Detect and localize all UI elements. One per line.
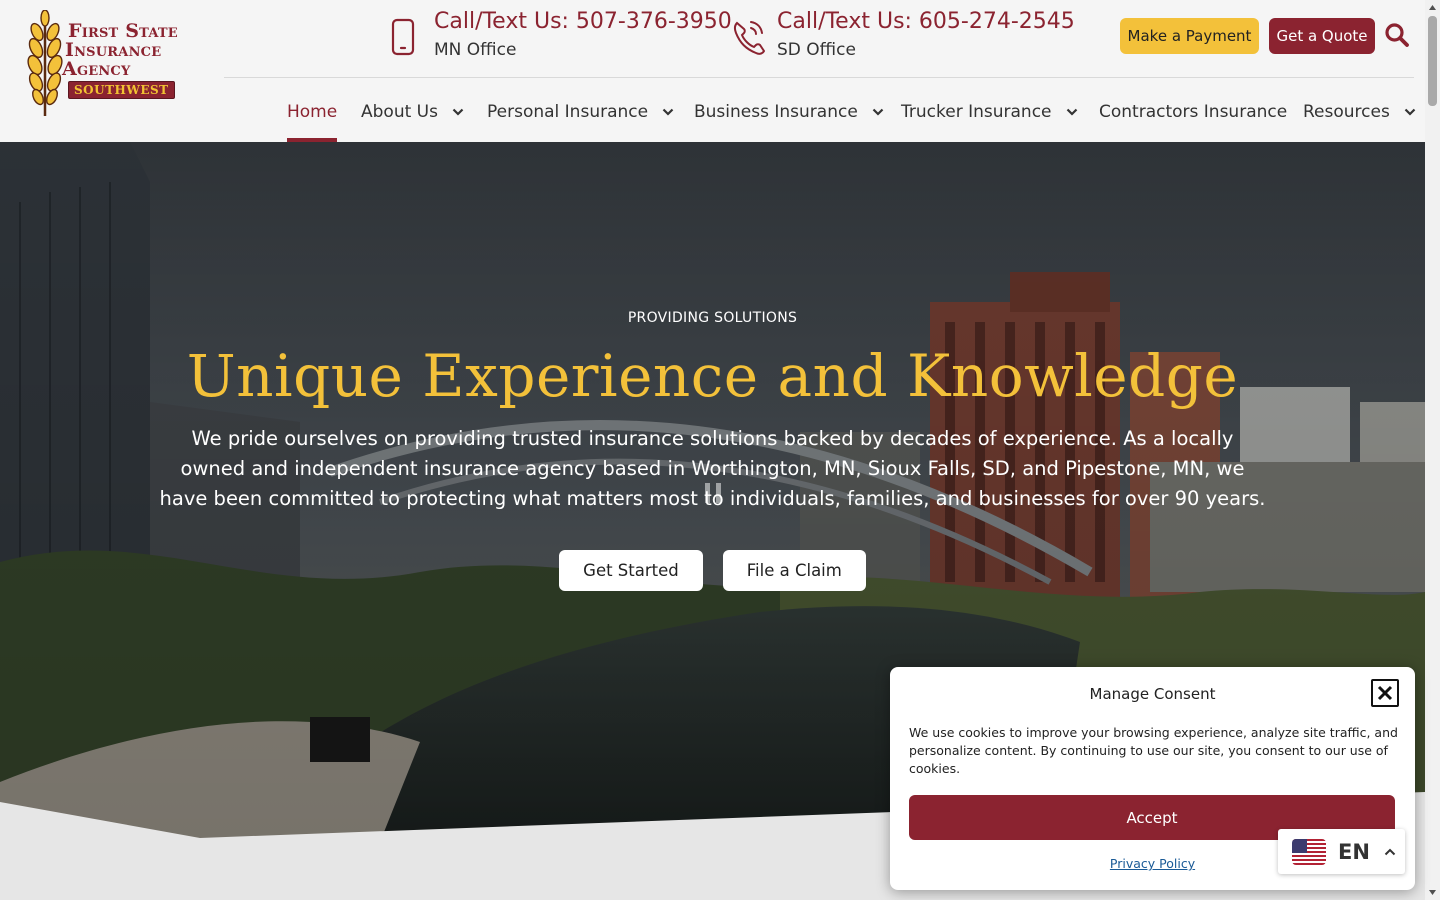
logo-wordmark: First State Insurance Agency SOUTHWEST [62, 22, 178, 99]
make-payment-button[interactable]: Make a Payment [1120, 18, 1259, 54]
nav-label: Home [287, 102, 338, 122]
main-nav: Home About Us Personal Insurance Busines… [287, 82, 1416, 142]
nav-item-trucker-insurance[interactable]: Trucker Insurance [901, 82, 1078, 142]
chevron-down-icon [662, 108, 674, 116]
us-flag-icon [1292, 838, 1326, 865]
contact-mn[interactable]: Call/Text Us: 507-376-3950 MN Office [388, 6, 732, 60]
nav-label: Resources [1303, 102, 1390, 122]
chevron-up-icon [1384, 848, 1396, 855]
chevron-down-icon [1066, 108, 1077, 116]
get-quote-button[interactable]: Get a Quote [1269, 18, 1375, 54]
hero-eyebrow: PROVIDING SOLUTIONS [627, 310, 798, 326]
hero-content: PROVIDING SOLUTIONS Unique Experience an… [0, 310, 1425, 591]
contact-mn-label: MN Office [434, 40, 517, 60]
nav-item-contractors-insurance[interactable]: Contractors Insurance [1099, 82, 1287, 142]
nav-item-about-us[interactable]: About Us [361, 82, 464, 142]
language-switcher[interactable]: EN [1278, 829, 1405, 874]
nav-label: Business Insurance [694, 102, 858, 122]
chevron-down-icon [872, 108, 884, 116]
scrollbar-thumb[interactable] [1428, 16, 1437, 106]
nav-label: Trucker Insurance [901, 102, 1052, 122]
contact-sd[interactable]: Call/Text Us: 605-274-2545 SD Office [731, 6, 1075, 60]
mobile-phone-icon [391, 18, 415, 56]
hero-headline: Unique Experience and Knowledge [186, 342, 1239, 410]
nav-item-business-insurance[interactable]: Business Insurance [694, 82, 884, 142]
nav-label: About Us [361, 102, 438, 122]
chevron-down-icon [1404, 108, 1416, 116]
consent-title: Manage Consent [1089, 685, 1216, 703]
nav-label: Contractors Insurance [1099, 102, 1288, 122]
logo-line-3: Agency [62, 58, 131, 80]
contact-sd-phone[interactable]: Call/Text Us: 605-274-2545 [777, 6, 1075, 38]
phone-icon [733, 21, 765, 55]
search-icon[interactable] [1384, 22, 1410, 48]
consent-close-button[interactable] [1371, 679, 1399, 707]
page-scrollbar[interactable] [1425, 0, 1440, 900]
contact-sd-label: SD Office [777, 40, 856, 60]
hero-cta-row: Get Started File a Claim [0, 550, 1425, 591]
consent-message: We use cookies to improve your browsing … [909, 725, 1398, 776]
site-header: First State Insurance Agency SOUTHWEST C… [0, 0, 1425, 142]
language-code: EN [1338, 839, 1370, 864]
nav-item-home[interactable]: Home [287, 82, 338, 142]
pause-icon[interactable] [704, 482, 722, 504]
nav-item-personal-insurance[interactable]: Personal Insurance [487, 82, 674, 142]
nav-label: Personal Insurance [487, 102, 649, 122]
get-started-button[interactable]: Get Started [559, 550, 703, 591]
contact-mn-phone[interactable]: Call/Text Us: 507-376-3950 [434, 6, 732, 38]
header-divider [224, 77, 1414, 78]
chevron-down-icon [452, 108, 464, 116]
site-logo[interactable]: First State Insurance Agency SOUTHWEST [22, 10, 197, 120]
scroll-down-arrow-icon[interactable] [1428, 888, 1437, 897]
close-icon [1377, 685, 1393, 701]
file-claim-button[interactable]: File a Claim [722, 550, 866, 591]
scroll-up-arrow-icon[interactable] [1428, 3, 1437, 12]
logo-badge: SOUTHWEST [68, 81, 175, 99]
nav-item-resources[interactable]: Resources [1303, 82, 1416, 142]
